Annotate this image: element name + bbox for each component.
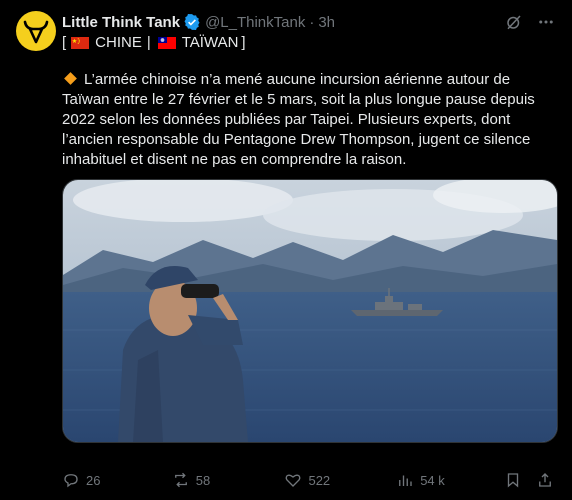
post-time[interactable]: 3h	[318, 14, 335, 31]
tag-close-bracket: ]	[241, 34, 246, 51]
orange-diamond-icon	[64, 72, 77, 85]
grok-icon[interactable]	[504, 12, 524, 32]
share-icon	[539, 473, 551, 487]
avatar[interactable]	[16, 11, 56, 51]
post-body: L’armée chinoise n’a mené aucune incursi…	[62, 70, 558, 170]
views-count: 54 k	[420, 472, 445, 488]
post-actions: 26 58 522 54 k	[62, 468, 558, 492]
repost-button[interactable]: 58	[172, 471, 285, 489]
post-body-text: L’armée chinoise n’a mené aucune incursi…	[62, 71, 535, 168]
bookmark-icon	[507, 473, 519, 488]
soldier-binoculars-photo	[63, 180, 557, 442]
bookmark-button[interactable]	[504, 471, 522, 489]
repost-icon	[174, 472, 187, 488]
like-button[interactable]: 522	[284, 471, 396, 489]
verified-badge-icon	[184, 13, 200, 31]
reply-count: 26	[86, 472, 101, 488]
like-count: 522	[308, 472, 331, 488]
tag-taiwan: TAÏWAN	[181, 34, 239, 51]
separator-dot: ·	[309, 13, 315, 31]
repost-count: 58	[195, 472, 211, 488]
post-image[interactable]	[62, 179, 558, 443]
share-button[interactable]	[536, 471, 554, 489]
ox-head-logo-icon	[23, 20, 49, 44]
views-icon	[399, 475, 412, 486]
china-flag-icon	[71, 36, 90, 49]
taiwan-flag-icon	[157, 36, 176, 49]
more-icon[interactable]	[536, 12, 556, 32]
reply-icon	[64, 474, 78, 488]
author-name[interactable]: Little Think Tank	[62, 14, 180, 31]
tag-separator: |	[146, 34, 151, 51]
tag-china: CHINE	[95, 34, 142, 51]
tag-open-bracket: [	[62, 34, 67, 51]
views-button[interactable]: 54 k	[396, 471, 504, 489]
reply-button[interactable]: 26	[62, 471, 172, 489]
post-tagline: [ CHINE | TAÏWAN ]	[62, 34, 246, 51]
post-header: Little Think Tank @L_ThinkTank · 3h	[62, 12, 556, 32]
author-handle[interactable]: @L_ThinkTank	[205, 14, 305, 31]
like-icon	[286, 474, 301, 487]
